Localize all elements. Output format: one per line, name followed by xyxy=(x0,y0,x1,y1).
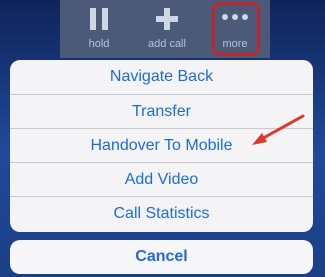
annotation-arrow-icon xyxy=(252,114,305,145)
